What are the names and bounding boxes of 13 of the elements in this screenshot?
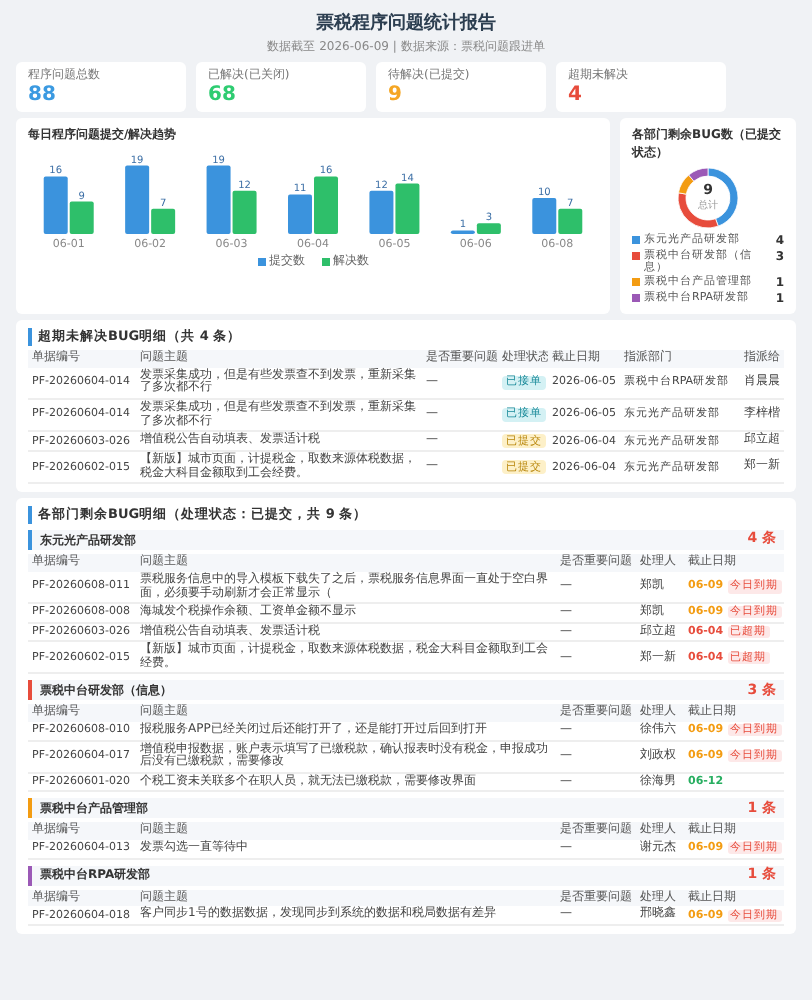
bar	[369, 189, 394, 233]
bar	[558, 207, 583, 233]
legend-swatch	[632, 278, 640, 287]
legend-swatch	[632, 235, 640, 243]
report-title: 票税程序问题统计报告	[316, 10, 496, 36]
legend-swatch	[632, 251, 640, 259]
bar	[395, 182, 420, 233]
bar	[532, 197, 557, 233]
stat-value: 4	[568, 84, 584, 107]
legend-swatch	[632, 294, 640, 303]
stat-value: 68	[208, 84, 238, 107]
stat-value: 88	[28, 84, 58, 107]
stat-value: 9	[388, 84, 404, 107]
